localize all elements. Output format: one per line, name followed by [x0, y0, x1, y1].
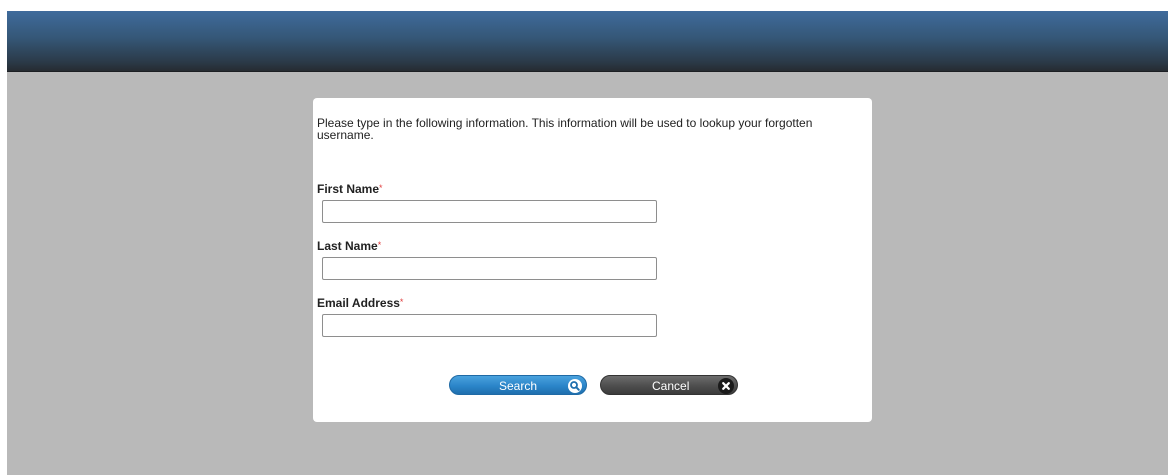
email-address-label: Email Address* — [317, 296, 403, 310]
last-name-label-text: Last Name — [317, 239, 378, 253]
first-name-label-text: First Name — [317, 182, 380, 196]
forgot-username-panel: Please type in the following information… — [313, 98, 872, 422]
search-icon — [568, 379, 582, 393]
intro-text: Please type in the following information… — [317, 116, 813, 142]
email-address-input[interactable] — [322, 314, 657, 337]
cancel-button-label: Cancel — [652, 379, 690, 393]
cancel-button[interactable]: Cancel — [600, 375, 738, 395]
first-name-label: First Name* — [317, 182, 383, 196]
required-marker: * — [379, 183, 383, 193]
required-marker: * — [399, 297, 404, 307]
search-button-label: Search — [499, 379, 538, 393]
first-name-input[interactable] — [322, 200, 657, 223]
last-name-input[interactable] — [322, 257, 657, 280]
close-icon — [718, 378, 734, 394]
email-address-label-text: Email Address — [317, 296, 400, 310]
page-frame: Please type in the following information… — [7, 11, 1168, 475]
search-button[interactable]: Search — [449, 375, 587, 395]
last-name-label: Last Name* — [317, 239, 381, 253]
header-bar — [7, 11, 1168, 72]
required-marker: * — [377, 240, 382, 250]
